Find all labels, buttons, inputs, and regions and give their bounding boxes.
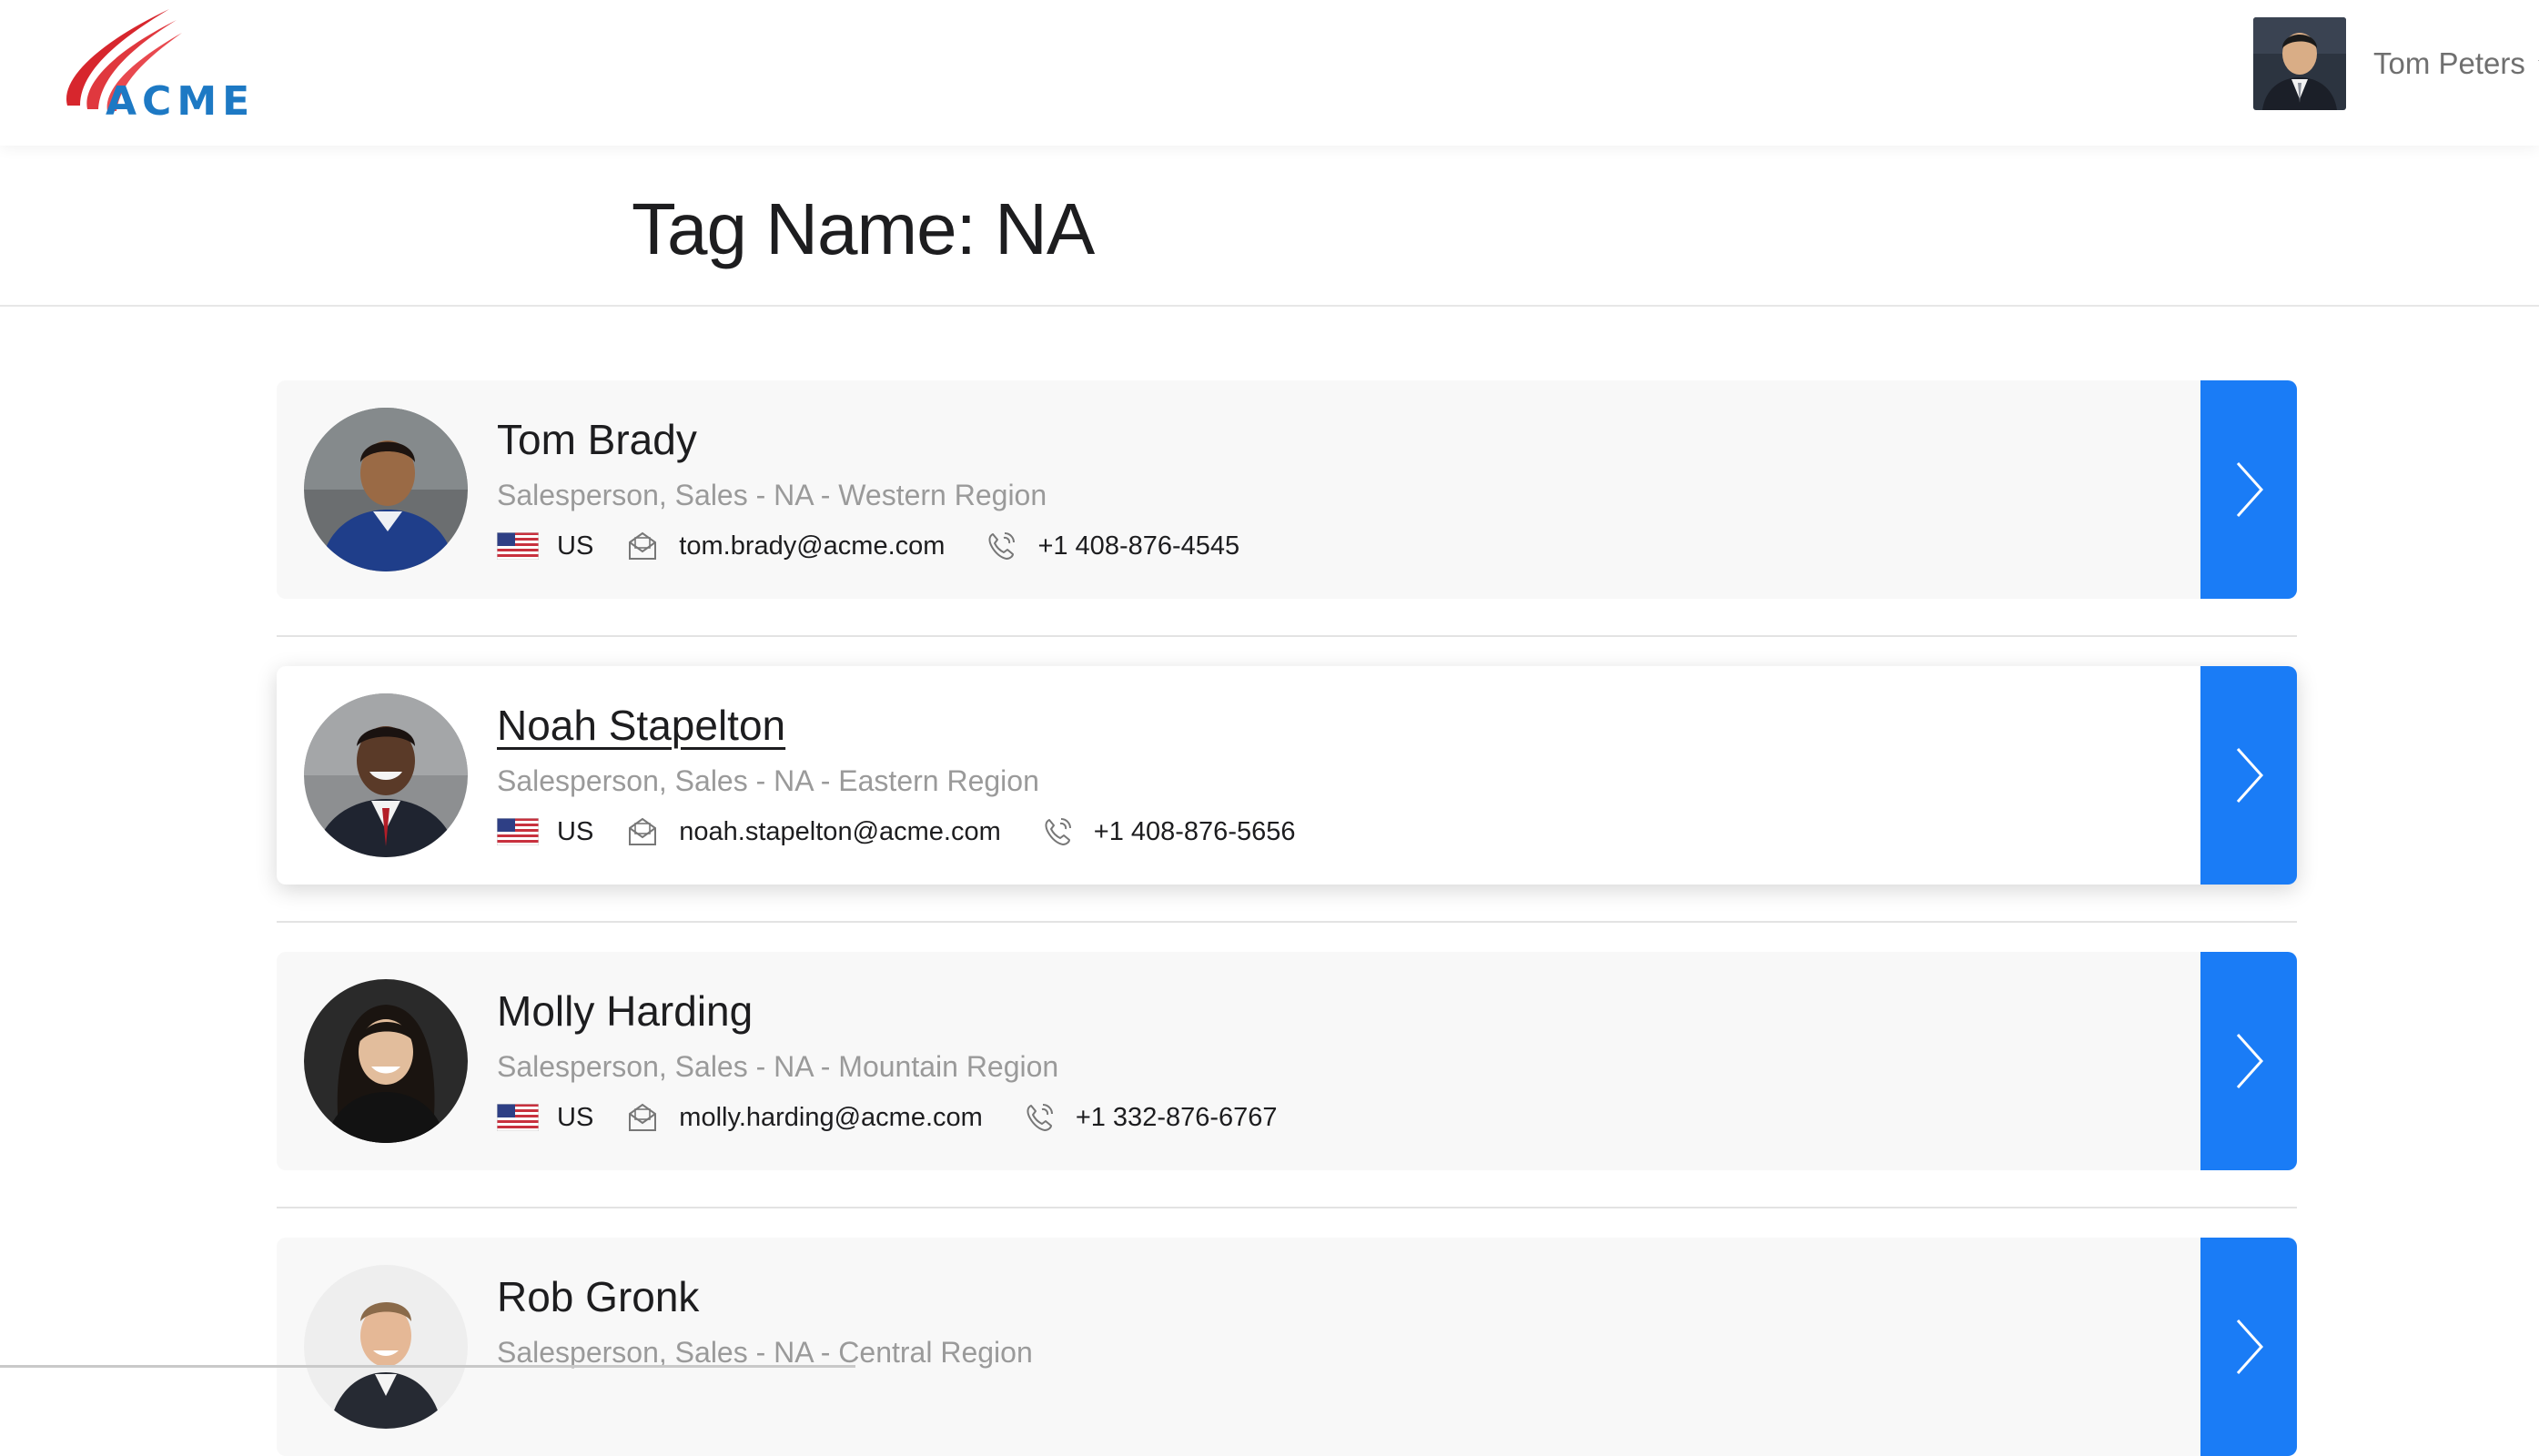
avatar (304, 1265, 468, 1429)
avatar (304, 979, 468, 1143)
us-flag-icon (497, 532, 539, 560)
us-flag-icon (497, 818, 539, 845)
acme-logo-icon: ACME (66, 9, 255, 125)
contact-meta: US tom.brady@acme.com +1 408-876-4545 (497, 528, 1239, 564)
contact-country: US (557, 531, 594, 561)
contact-name[interactable]: Molly Harding (497, 986, 753, 1036)
chevron-right-icon (2236, 1319, 2264, 1375)
user-menu[interactable]: Tom Peters (2253, 16, 2539, 111)
open-contact-button[interactable] (2200, 666, 2297, 885)
contact-role: Salesperson, Sales - NA - Mountain Regio… (497, 1050, 1059, 1083)
contact-name[interactable]: Rob Gronk (497, 1272, 699, 1321)
contact-country: US (557, 1102, 594, 1132)
contact-meta: US molly.harding@acme.com +1 332-876-676… (497, 1099, 1278, 1136)
contact-phone[interactable]: +1 332-876-6767 (1076, 1103, 1278, 1133)
chevron-right-icon (2236, 1033, 2264, 1089)
contact-phone[interactable]: +1 408-876-5656 (1094, 817, 1296, 847)
contact-meta: US noah.stapelton@acme.com +1 408-876-56… (497, 814, 1296, 850)
svg-text:ACME: ACME (106, 78, 255, 125)
phone-icon (988, 532, 1016, 560)
contact-email[interactable]: noah.stapelton@acme.com (679, 817, 1000, 847)
top-header: ACME Tom Peters (0, 0, 2539, 146)
avatar (304, 408, 468, 571)
contact-card[interactable]: Rob Gronk Salesperson, Sales - NA - Cent… (277, 1238, 2297, 1456)
title-divider (0, 305, 2539, 307)
contact-card[interactable]: Molly Harding Salesperson, Sales - NA - … (277, 952, 2297, 1170)
envelope-icon (629, 1103, 657, 1131)
horizontal-scrollbar[interactable] (0, 1365, 855, 1368)
chevron-right-icon (2236, 747, 2264, 804)
contact-role: Salesperson, Sales - NA - Eastern Region (497, 764, 1039, 797)
envelope-icon (629, 817, 657, 845)
contact-email[interactable]: molly.harding@acme.com (679, 1103, 983, 1133)
contact-phone[interactable]: +1 408-876-4545 (1037, 531, 1239, 561)
phone-icon (1027, 1104, 1053, 1131)
page-title: Tag Name: NA (632, 188, 1095, 269)
phone-icon (1045, 818, 1071, 845)
card-divider (277, 635, 2297, 637)
contact-country: US (557, 816, 594, 846)
open-contact-button[interactable] (2200, 952, 2297, 1170)
contact-role: Salesperson, Sales - NA - Western Region (497, 479, 1047, 511)
contact-card[interactable]: Tom Brady Salesperson, Sales - NA - West… (277, 380, 2297, 599)
open-contact-button[interactable] (2200, 380, 2297, 599)
contact-email[interactable]: tom.brady@acme.com (679, 531, 945, 561)
envelope-icon (629, 531, 657, 560)
user-name[interactable]: Tom Peters (2373, 46, 2525, 81)
card-divider (277, 1207, 2297, 1208)
avatar (304, 693, 468, 857)
us-flag-icon (497, 1104, 539, 1131)
open-contact-button[interactable] (2200, 1238, 2297, 1456)
user-avatar[interactable] (2253, 17, 2346, 110)
acme-logo[interactable]: ACME (60, 7, 269, 126)
contact-name[interactable]: Tom Brady (497, 415, 697, 464)
chevron-right-icon (2236, 461, 2264, 518)
card-divider (277, 921, 2297, 923)
contact-card[interactable]: Noah Stapelton Salesperson, Sales - NA -… (277, 666, 2297, 885)
contact-name[interactable]: Noah Stapelton (497, 701, 785, 750)
